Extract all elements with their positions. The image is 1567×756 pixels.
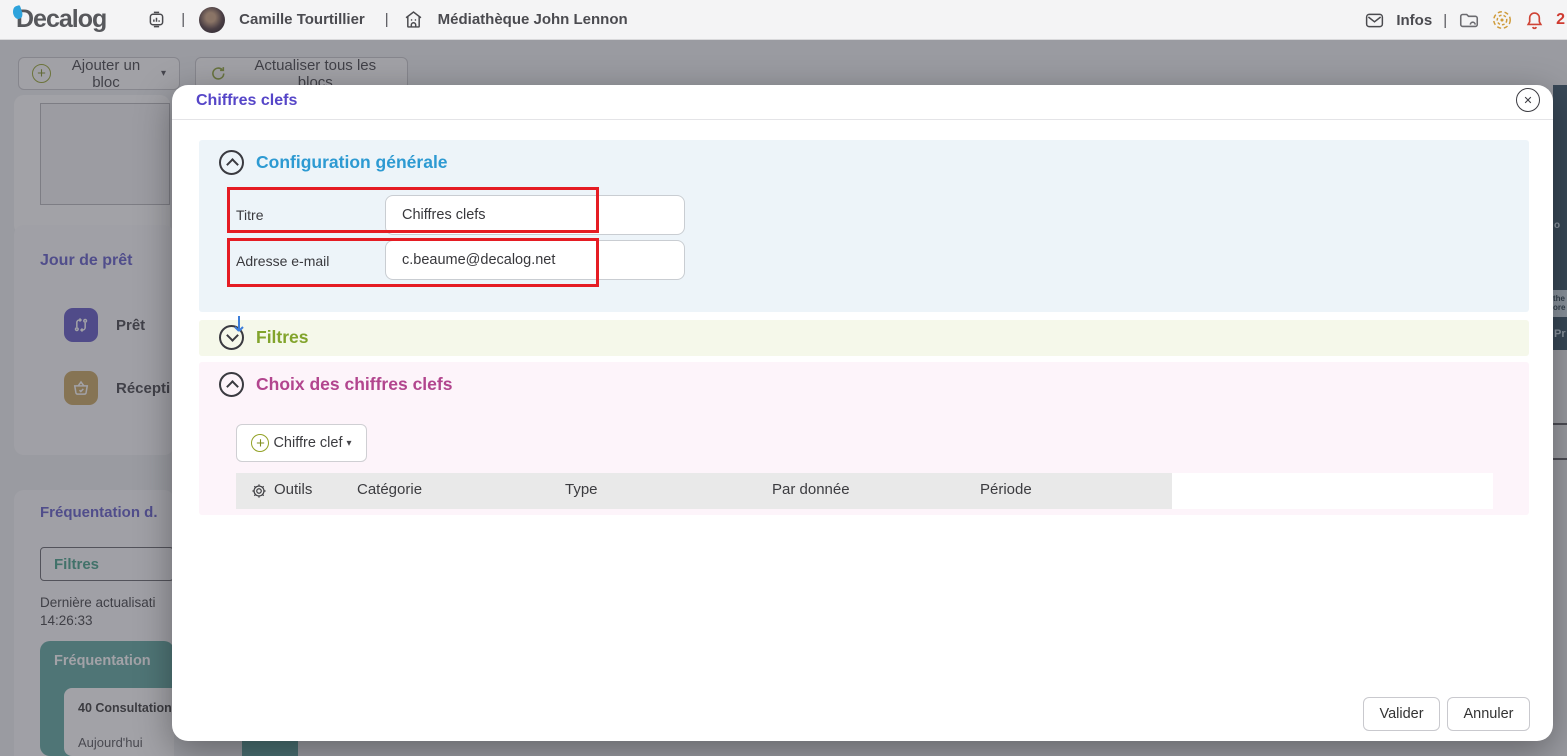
library-name[interactable]: Médiathèque John Lennon — [438, 11, 628, 28]
title-field-input[interactable] — [385, 195, 685, 235]
close-icon[interactable]: ✕ — [1516, 88, 1540, 112]
column-header-period[interactable]: Période — [980, 481, 1032, 498]
library-icon — [405, 11, 422, 28]
cancel-button[interactable]: Annuler — [1447, 697, 1530, 731]
gear-icon[interactable] — [250, 482, 268, 500]
infos-envelope-icon[interactable] — [1364, 10, 1385, 31]
validate-button[interactable]: Valider — [1363, 697, 1440, 731]
column-header-type[interactable]: Type — [565, 481, 598, 498]
caret-down-icon: ▾ — [346, 437, 352, 449]
general-config-title: Configuration générale — [256, 152, 448, 172]
separator: | — [384, 11, 389, 28]
key-figures-table-header: Outils Catégorie Type Par donnée Période — [236, 473, 1172, 509]
topbar: Decalog | Camille Tourtillier | Médiathè… — [0, 0, 1567, 40]
key-figures-title: Choix des chiffres clefs — [256, 374, 453, 394]
bell-icon[interactable] — [1524, 10, 1545, 31]
device-dashboard-icon[interactable] — [146, 9, 167, 30]
filters-section: Filtres — [199, 316, 1529, 356]
email-field-label: Adresse e-mail — [236, 253, 330, 269]
user-name[interactable]: Camille Tourtillier — [239, 11, 365, 28]
column-header-category[interactable]: Catégorie — [357, 481, 422, 498]
cursor-arrow-icon — [234, 316, 244, 332]
chiffres-clefs-modal: Chiffres clefs ✕ Configuration générale … — [172, 85, 1553, 741]
modal-header: Chiffres clefs ✕ — [172, 85, 1553, 120]
add-key-figure-button[interactable]: + Chiffre clef ▾ — [236, 424, 367, 462]
infos-label[interactable]: Infos — [1396, 12, 1432, 29]
filters-section-title: Filtres — [256, 327, 309, 347]
folder-icon[interactable] — [1458, 9, 1480, 31]
collapse-chevron-up-icon[interactable] — [219, 150, 244, 175]
email-field-input[interactable] — [385, 240, 685, 280]
empty-table-row — [1172, 473, 1493, 509]
separator: | — [181, 11, 186, 28]
key-figures-section: Choix des chiffres clefs + Chiffre clef … — [199, 362, 1529, 515]
notification-count-badge[interactable]: 2 — [1556, 11, 1565, 29]
collapse-chevron-up-icon[interactable] — [219, 372, 244, 397]
separator: | — [1443, 11, 1448, 29]
plus-circle-icon: + — [251, 434, 270, 452]
logo-text: Decalog — [16, 5, 107, 33]
support-rings-icon[interactable] — [1491, 9, 1513, 31]
general-config-section: Configuration générale Titre Adresse e-m… — [199, 140, 1529, 312]
modal-title: Chiffres clefs — [196, 92, 298, 109]
add-key-figure-label: Chiffre clef — [273, 435, 343, 451]
screen: + Ajouter un bloc ▾ Actualiser tous les … — [0, 0, 1567, 756]
avatar[interactable] — [199, 6, 226, 33]
column-header-per-data[interactable]: Par donnée — [772, 481, 850, 498]
column-header-tools[interactable]: Outils — [274, 481, 312, 498]
title-field-label: Titre — [236, 207, 264, 223]
decalog-logo[interactable]: Decalog — [11, 4, 107, 34]
